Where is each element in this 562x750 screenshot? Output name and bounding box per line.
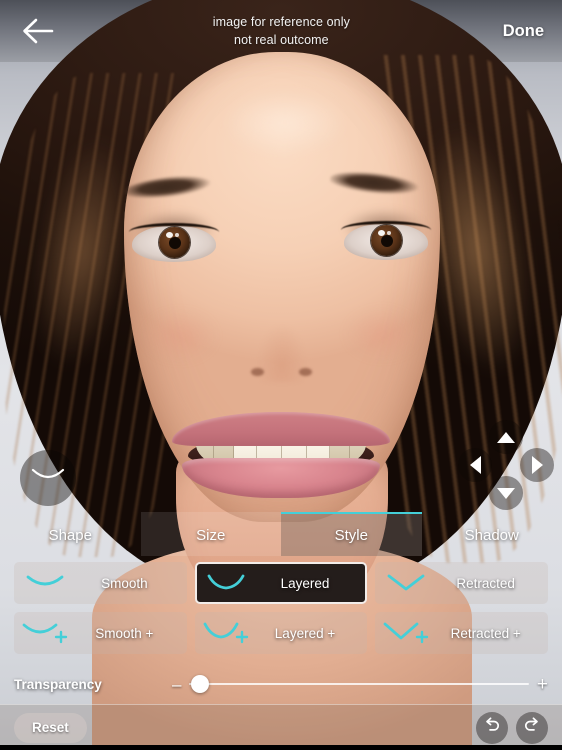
transparency-slider[interactable] [189,673,529,695]
nostril-left [251,368,264,376]
eye-left [129,223,219,262]
bottom-black-strip [0,745,562,750]
redo-button[interactable] [516,711,548,744]
panel-footer: Reset [0,704,562,750]
smile-curve-icon [31,468,65,489]
transparency-label: Transparency [14,676,102,692]
tab-shape[interactable]: Shape [0,512,141,556]
history-controls [476,711,548,744]
slider-track [189,682,529,686]
slider-thumb[interactable] [190,675,209,693]
reference-note-line-1: image for reference only [212,14,350,29]
tab-style[interactable]: Style [281,512,422,556]
style-option-retracted-plus[interactable]: Retracted + [375,612,549,654]
minus-icon[interactable]: – [172,676,181,693]
mouth [172,408,390,498]
eye-right [341,221,431,260]
style-option-row-1: Smooth Layered Retracted [14,562,549,604]
upper-lip [172,412,390,446]
style-option-label: Retracted + [450,625,521,641]
cheek-right [330,298,434,370]
nudge-up-button[interactable] [489,420,523,454]
back-arrow-icon[interactable] [18,14,60,48]
smile-curve-badge-button[interactable] [20,450,76,506]
layered-curve-plus-icon [197,621,255,645]
cheek-left [128,300,232,372]
transparency-row: Transparency – + [0,664,562,704]
editor-panel: Shape Size Style Shadow Smooth Layered R… [0,512,562,750]
tab-shadow[interactable]: Shadow [422,512,562,556]
triangle-left-icon [469,456,481,474]
redo-icon [522,715,542,740]
done-button[interactable]: Done [503,22,544,41]
triangle-down-icon [497,487,515,499]
style-option-row-2: Smooth + Layered + Retracted + [14,612,549,654]
style-option-grid: Smooth Layered Retracted Smooth + Layere… [0,556,562,664]
tab-size[interactable]: Size [140,512,281,556]
nostril-right [299,368,312,376]
nudge-left-button[interactable] [458,448,492,482]
undo-icon [482,715,502,740]
app-root: image for reference only not real outcom… [0,0,562,750]
forehead-highlight [200,78,370,168]
retracted-curve-plus-icon [377,621,435,645]
style-option-smooth[interactable]: Smooth [14,562,187,604]
tab-bar: Shape Size Style Shadow [0,512,562,556]
reference-note-line-2: not real outcome [234,33,329,47]
nudge-dpad [458,420,554,510]
style-option-label: Layered [280,575,330,591]
style-option-retracted[interactable]: Retracted [375,562,549,604]
style-option-label: Smooth [101,575,148,591]
style-option-label: Smooth + [95,625,154,641]
retracted-curve-icon [377,574,435,592]
lower-lip [182,458,380,498]
style-option-layered-plus[interactable]: Layered + [194,612,368,654]
nudge-down-button[interactable] [489,476,523,510]
reset-button[interactable]: Reset [14,712,87,743]
reference-note: image for reference only not real outcom… [60,13,503,49]
style-option-label: Layered + [274,625,336,641]
plus-icon[interactable]: + [537,675,548,694]
triangle-right-icon [531,456,543,474]
style-option-label: Retracted [456,575,515,591]
style-option-layered[interactable]: Layered [194,562,368,604]
undo-button[interactable] [476,711,508,744]
triangle-up-icon [497,431,515,443]
smooth-curve-icon [16,574,74,592]
layered-curve-icon [197,574,255,592]
app-header: image for reference only not real outcom… [0,0,562,62]
smooth-curve-plus-icon [16,621,74,645]
style-option-smooth-plus[interactable]: Smooth + [14,612,187,654]
nudge-right-button[interactable] [520,448,554,482]
